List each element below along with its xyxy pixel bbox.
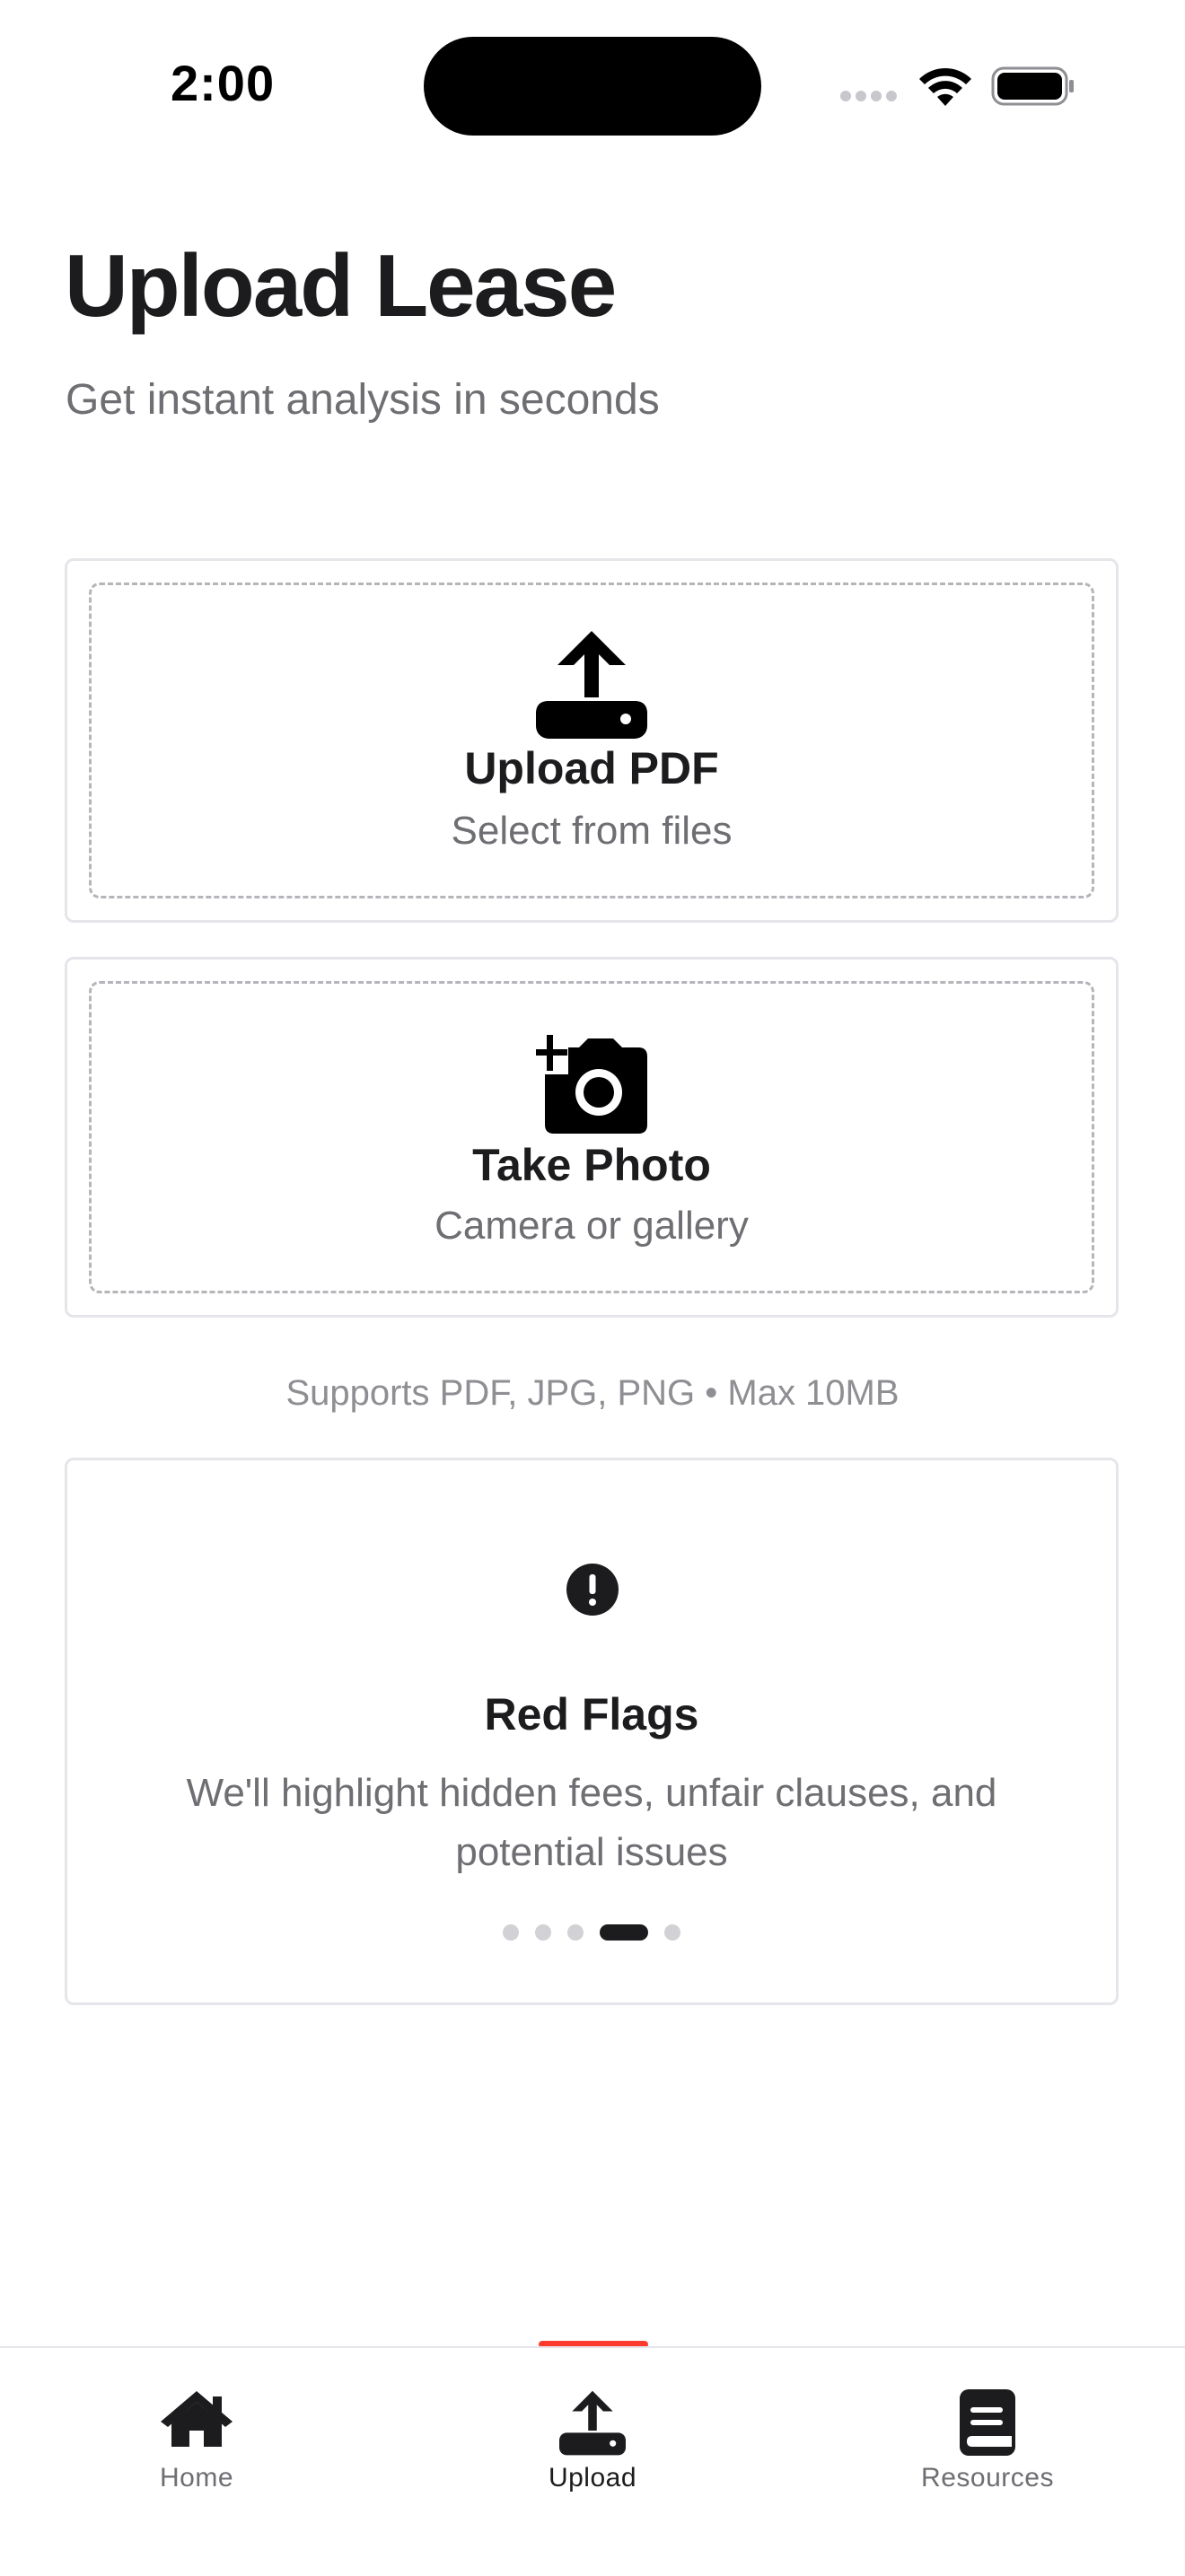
tab-label: Home: [159, 2463, 234, 2493]
upload-icon: [559, 2390, 626, 2456]
tab-bar: Home Upload Resources: [0, 2346, 1185, 2576]
cellular-signal-icon: [840, 91, 897, 101]
page-dot[interactable]: [503, 1924, 519, 1941]
alert-circle-icon: [566, 1564, 619, 1616]
page-dot[interactable]: [567, 1924, 584, 1941]
supported-formats-note: Supports PDF, JPG, PNG • Max 10MB: [285, 1373, 900, 1413]
tab-home[interactable]: Home: [62, 2389, 331, 2497]
tab-label: Resources: [921, 2463, 1054, 2493]
page-dot[interactable]: [535, 1924, 551, 1941]
info-title: Red Flags: [484, 1689, 699, 1739]
status-bar: 2:00: [0, 0, 1185, 171]
book-icon: [960, 2389, 1015, 2456]
take-photo-subtitle: Camera or gallery: [434, 1204, 749, 1248]
upload-pdf-title: Upload PDF: [464, 743, 719, 793]
take-photo-card[interactable]: Take Photo Camera or gallery: [65, 957, 1119, 1318]
upload-pdf-card[interactable]: Upload PDF Select from files: [65, 558, 1119, 923]
upload-pdf-subtitle: Select from files: [451, 809, 733, 853]
page-indicator: [67, 1923, 1116, 1941]
info-body: We'll highlight hidden fees, unfair clau…: [186, 1771, 997, 1874]
dynamic-island: [424, 37, 761, 136]
upload-icon: [536, 631, 647, 739]
page-dot[interactable]: [664, 1924, 680, 1941]
battery-icon: [991, 66, 1074, 106]
wifi-icon: [919, 67, 971, 106]
tab-label: Upload: [548, 2463, 637, 2493]
status-time: 2:00: [171, 55, 276, 111]
page-subtitle: Get instant analysis in seconds: [66, 376, 660, 424]
tab-upload[interactable]: Upload: [458, 2389, 727, 2497]
take-photo-title: Take Photo: [472, 1140, 711, 1190]
page-dot-active[interactable]: [600, 1924, 648, 1941]
tab-resources[interactable]: Resources: [853, 2389, 1122, 2497]
info-carousel-card[interactable]: Red Flags We'll highlight hidden fees, u…: [65, 1458, 1119, 2005]
home-icon: [161, 2391, 233, 2447]
camera-plus-icon: [536, 1035, 647, 1134]
page-title: Upload Lease: [65, 236, 617, 335]
